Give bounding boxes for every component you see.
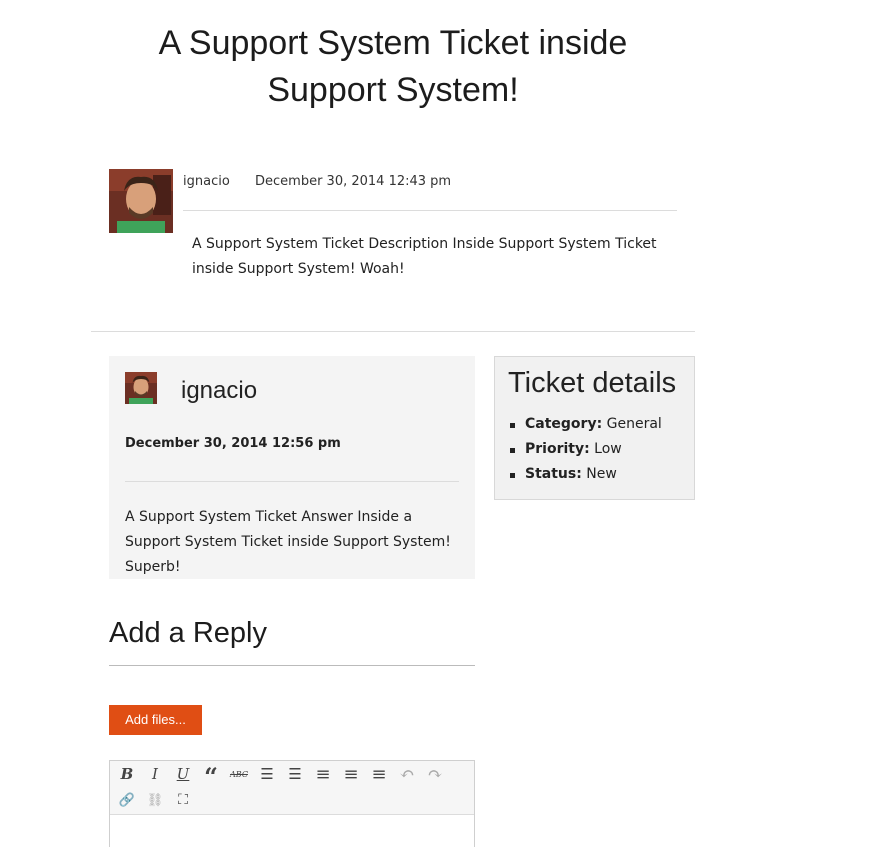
author-avatar[interactable] [109, 169, 173, 233]
bullet-list-icon[interactable]: ☰ [256, 763, 278, 785]
fullscreen-icon[interactable]: ⛶ [172, 789, 194, 811]
detail-value: General [606, 416, 662, 432]
reply-date: December 30, 2014 12:56 pm [125, 436, 341, 451]
ticket-details-list: Category: General Priority: Low Status: … [510, 412, 662, 487]
detail-status: Status: New [510, 462, 662, 487]
detail-value: Low [594, 441, 622, 457]
editor-toolbar: B I U “ ABC ☰ ☰ ≡ ≡ ≡ ↶ ↷ 🔗 ⛓ ⛶ [110, 761, 474, 814]
ticket-description: A Support System Ticket Description Insi… [192, 236, 657, 277]
reply-body: A Support System Ticket Answer Inside a … [125, 509, 451, 575]
editor-textarea[interactable] [110, 814, 474, 847]
detail-label: Category: [525, 416, 603, 432]
ticket-details-panel: Ticket details Category: General Priorit… [494, 356, 695, 500]
align-left-icon[interactable]: ≡ [312, 763, 334, 785]
undo-icon[interactable]: ↶ [396, 763, 418, 785]
add-reply-heading: Add a Reply [109, 617, 475, 666]
ticket-meta: ignacio December 30, 2014 12:43 pm [183, 174, 677, 211]
page-title: A Support System Ticket inside Support S… [158, 24, 628, 109]
detail-label: Priority: [525, 441, 590, 457]
reply-editor: B I U “ ABC ☰ ☰ ≡ ≡ ≡ ↶ ↷ 🔗 ⛓ ⛶ [109, 760, 475, 847]
ticket-details-title: Ticket details [508, 367, 677, 399]
reply-author[interactable]: ignacio [181, 377, 257, 405]
strikethrough-icon[interactable]: ABC [228, 763, 250, 785]
bold-icon[interactable]: B [116, 763, 138, 785]
align-right-icon[interactable]: ≡ [368, 763, 390, 785]
detail-label: Status: [525, 466, 582, 482]
italic-icon[interactable]: I [144, 763, 166, 785]
reply-author-avatar[interactable] [125, 372, 157, 404]
detail-priority: Priority: Low [510, 437, 662, 462]
avatar-photo [125, 372, 157, 404]
redo-icon[interactable]: ↷ [424, 763, 446, 785]
reply-card: ignacio December 30, 2014 12:56 pm A Sup… [109, 356, 475, 579]
underline-icon[interactable]: U [172, 763, 194, 785]
detail-value: New [586, 466, 617, 482]
align-center-icon[interactable]: ≡ [340, 763, 362, 785]
numbered-list-icon[interactable]: ☰ [284, 763, 306, 785]
detail-category: Category: General [510, 412, 662, 437]
link-icon[interactable]: 🔗 [116, 789, 138, 811]
reply-divider [125, 481, 459, 482]
section-divider [91, 331, 695, 332]
ticket-author[interactable]: ignacio [183, 174, 230, 189]
blockquote-icon[interactable]: “ [200, 762, 222, 791]
avatar-photo [109, 169, 173, 233]
add-files-button[interactable]: Add files... [109, 705, 202, 735]
ticket-date: December 30, 2014 12:43 pm [255, 174, 452, 189]
unlink-icon[interactable]: ⛓ [144, 789, 166, 811]
